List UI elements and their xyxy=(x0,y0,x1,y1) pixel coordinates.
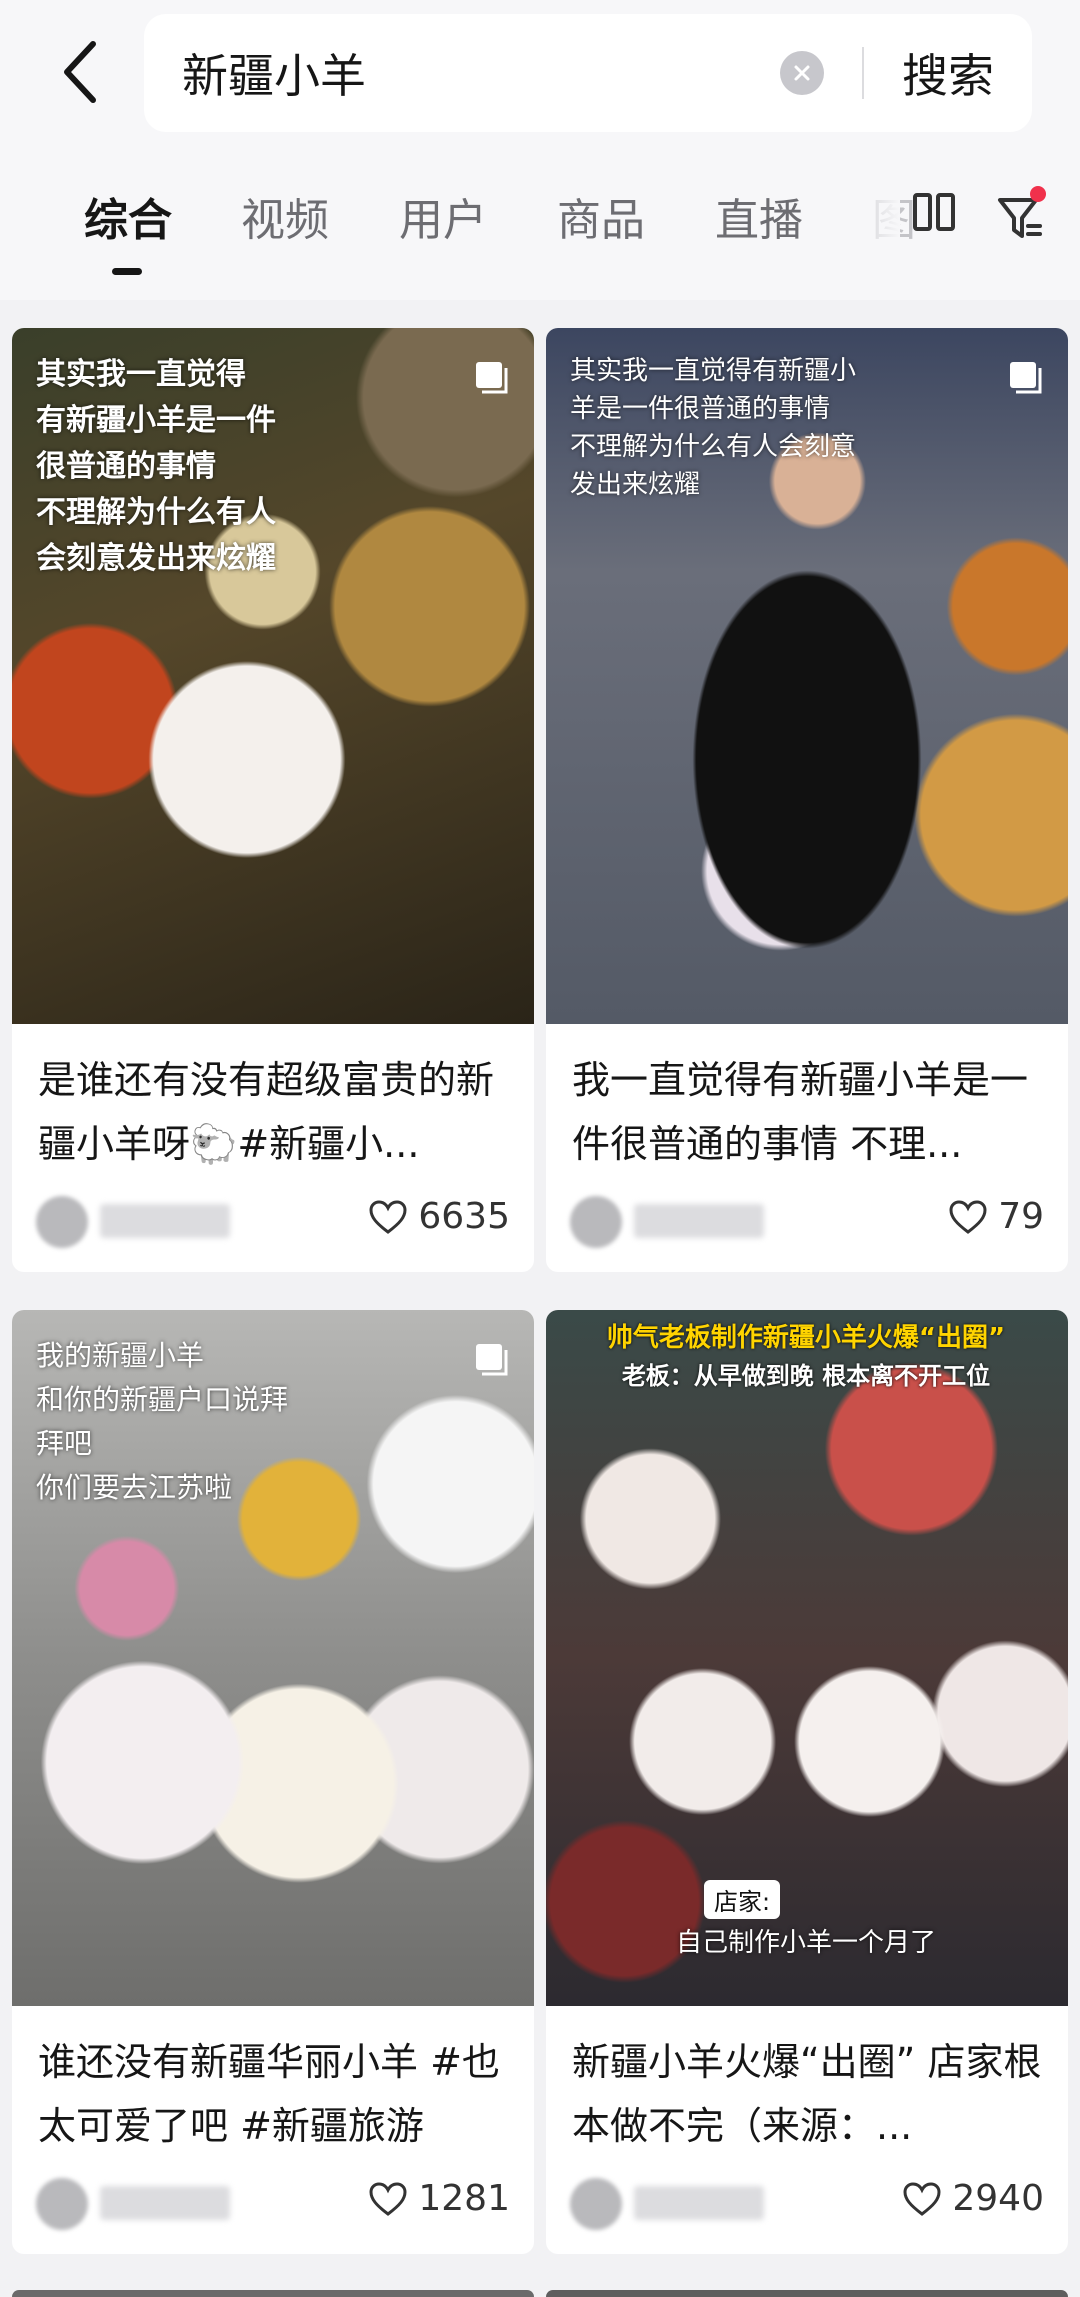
tab-videos[interactable]: 视频 xyxy=(241,184,329,248)
caption-tag: 店家: xyxy=(704,1880,781,1919)
heart-icon xyxy=(949,1199,987,1234)
thumbnail-caption: 我的新疆小羊 和你的新疆户口说拜 拜吧 你们要去江苏啦 xyxy=(36,1339,289,1504)
thumbnail-subtitle: 老板：从早做到晚 根本离不开工位 xyxy=(621,1362,991,1390)
result-card[interactable]: 我的新疆小羊 和你的新疆户口说拜 拜吧 你们要去江苏啦 谁还没有新疆华丽小羊 #… xyxy=(12,1310,534,2254)
avatar[interactable] xyxy=(36,1196,88,1248)
result-card[interactable]: 其实我一直觉得有新疆小 羊是一件很普通的事情 不理解为什么有人会刻意 发出来炫耀… xyxy=(546,328,1068,1272)
avatar[interactable] xyxy=(570,1196,622,1248)
like-button[interactable]: 79 xyxy=(948,1196,1044,1237)
result-card-partial[interactable] xyxy=(546,2290,1068,2297)
search-query[interactable]: 新疆小羊 xyxy=(182,40,780,106)
tab-live[interactable]: 直播 xyxy=(715,184,803,248)
thumbnail-caption: 其实我一直觉得 有新疆小羊是一件 很普通的事情 不理解为什么有人 会刻意发出来炫… xyxy=(36,357,276,576)
like-button[interactable]: 2940 xyxy=(902,2178,1044,2219)
tab-bar: 综合 视频 用户 商品 直播 图 xyxy=(0,150,1080,300)
heart-icon xyxy=(903,2181,941,2216)
thumbnail-banner: 帅气老板制作新疆小羊火爆“出圈” xyxy=(606,1323,1006,1353)
avatar[interactable] xyxy=(570,2178,622,2230)
like-count: 1281 xyxy=(418,2178,510,2219)
clear-icon xyxy=(794,65,810,81)
card-title[interactable]: 我一直觉得有新疆小羊是一件很普通的事情 不理... xyxy=(572,1048,1042,1176)
clear-button[interactable] xyxy=(780,51,824,95)
card-title[interactable]: 是谁还有没有超级富贵的新疆小羊呀🐑#新疆小... xyxy=(38,1048,508,1176)
tab-comprehensive[interactable]: 综合 xyxy=(84,184,172,248)
chevron-left-icon xyxy=(64,41,96,103)
card-footer: 79 xyxy=(546,1176,1068,1272)
multi-image-icon xyxy=(476,362,508,394)
result-card[interactable]: 帅气老板制作新疆小羊火爆“出圈” 老板：从早做到晚 根本离不开工位 店家: 自己… xyxy=(546,1310,1068,2254)
author-name[interactable] xyxy=(634,1204,764,1238)
like-count: 2940 xyxy=(952,2178,1044,2219)
tab-users[interactable]: 用户 xyxy=(399,184,487,248)
card-footer: 2940 xyxy=(546,2158,1068,2254)
heart-icon xyxy=(369,1199,407,1234)
tab-products[interactable]: 商品 xyxy=(557,184,645,248)
author-name[interactable] xyxy=(634,2186,764,2220)
search-input[interactable]: 新疆小羊 搜索 xyxy=(144,14,1032,132)
filter-icon[interactable] xyxy=(996,184,1048,244)
like-button[interactable]: 1281 xyxy=(368,2178,510,2219)
tab-fade xyxy=(860,180,900,250)
search-header: 新疆小羊 搜索 xyxy=(0,0,1080,150)
result-card[interactable]: 其实我一直觉得 有新疆小羊是一件 很普通的事情 不理解为什么有人 会刻意发出来炫… xyxy=(12,328,534,1272)
card-footer: 6635 xyxy=(12,1176,534,1272)
video-thumbnail[interactable]: 其实我一直觉得 有新疆小羊是一件 很普通的事情 不理解为什么有人 会刻意发出来炫… xyxy=(12,328,534,1024)
search-divider xyxy=(862,47,864,99)
active-tab-indicator xyxy=(112,268,142,275)
author-name[interactable] xyxy=(100,2186,230,2220)
multi-image-icon xyxy=(476,1344,508,1376)
thumbnail-caption: 其实我一直觉得有新疆小 羊是一件很普通的事情 不理解为什么有人会刻意 发出来炫耀 xyxy=(570,356,857,500)
card-footer: 1281 xyxy=(12,2158,534,2254)
like-button[interactable]: 6635 xyxy=(368,1196,510,1237)
card-title[interactable]: 新疆小羊火爆“出圈” 店家根本做不完（来源：... xyxy=(572,2030,1042,2158)
card-title[interactable]: 谁还没有新疆华丽小羊 #也太可爱了吧 #新疆旅游 xyxy=(38,2030,508,2158)
back-button[interactable] xyxy=(44,26,114,118)
thumbnail-caption: 自己制作小羊一个月了 xyxy=(676,1928,937,1958)
avatar[interactable] xyxy=(36,2178,88,2230)
video-thumbnail[interactable]: 其实我一直觉得有新疆小 羊是一件很普通的事情 不理解为什么有人会刻意 发出来炫耀 xyxy=(546,328,1068,1024)
author-name[interactable] xyxy=(100,1204,230,1238)
video-thumbnail[interactable]: 帅气老板制作新疆小羊火爆“出圈” 老板：从早做到晚 根本离不开工位 店家: 自己… xyxy=(546,1310,1068,2006)
result-card-partial[interactable] xyxy=(12,2290,534,2297)
multi-image-icon xyxy=(1010,362,1042,394)
heart-icon xyxy=(369,2181,407,2216)
like-count: 6635 xyxy=(418,1196,510,1237)
search-button[interactable]: 搜索 xyxy=(902,40,994,106)
like-count: 79 xyxy=(998,1196,1044,1237)
double-column-icon[interactable] xyxy=(912,190,956,236)
video-thumbnail[interactable]: 我的新疆小羊 和你的新疆户口说拜 拜吧 你们要去江苏啦 xyxy=(12,1310,534,2006)
